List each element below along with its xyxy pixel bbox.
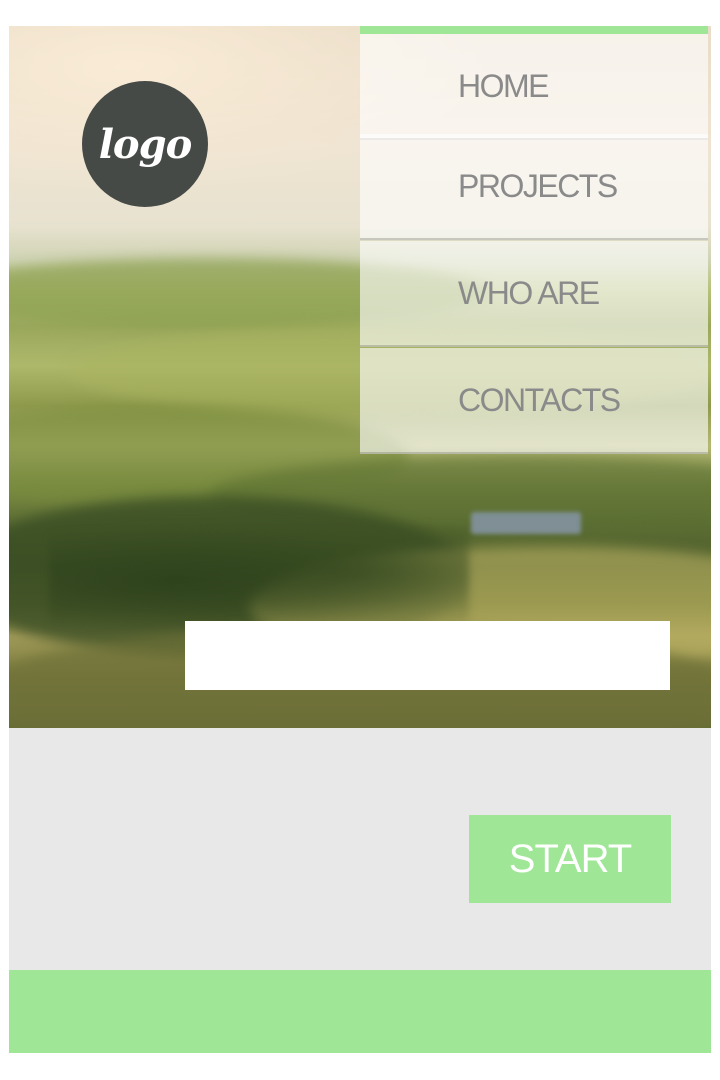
text-input[interactable] — [185, 621, 670, 690]
nav-accent-bar — [360, 26, 708, 34]
hero-background-image: logo HOME PROJECTS WHO ARE CONTACTS — [9, 26, 711, 728]
page-frame: logo HOME PROJECTS WHO ARE CONTACTS STAR… — [9, 26, 711, 1053]
nav-item-label: WHO ARE — [458, 274, 600, 311]
footer-bar — [9, 970, 711, 1053]
nav-item-contacts[interactable]: CONTACTS — [360, 348, 708, 454]
nav-item-who-are[interactable]: WHO ARE — [360, 241, 708, 347]
nav-item-label: CONTACTS — [458, 381, 621, 418]
nav-item-projects[interactable]: PROJECTS — [360, 134, 708, 240]
barn — [471, 512, 581, 534]
logo-text: logo — [98, 120, 193, 168]
tree-line — [49, 526, 469, 636]
action-panel: START — [9, 728, 711, 970]
nav-item-home[interactable]: HOME — [360, 34, 708, 140]
start-button[interactable]: START — [469, 815, 671, 903]
nav-item-label: HOME — [458, 67, 550, 104]
logo[interactable]: logo — [82, 81, 208, 207]
main-nav: HOME PROJECTS WHO ARE CONTACTS — [360, 26, 708, 454]
nav-item-label: PROJECTS — [458, 167, 618, 204]
